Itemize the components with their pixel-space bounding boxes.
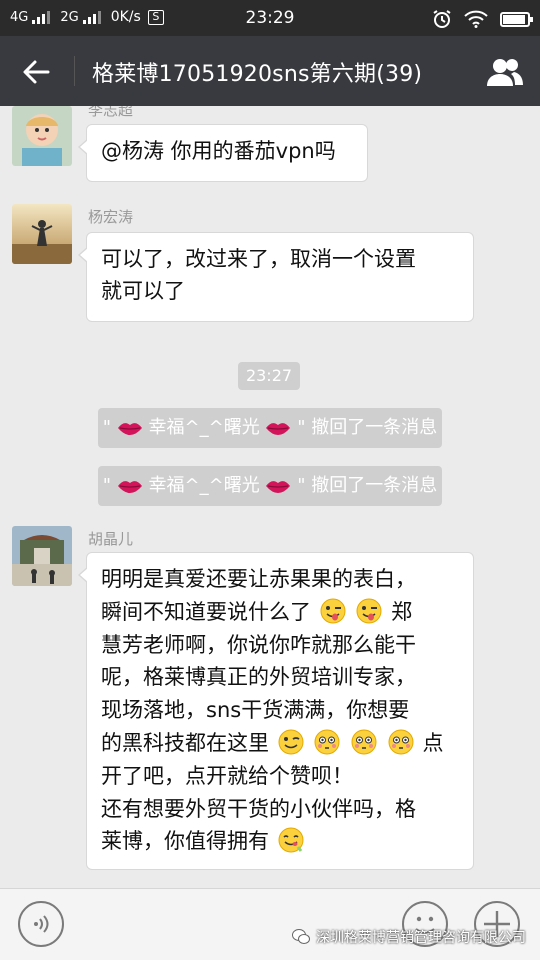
- message-text-line: 呢，格莱博真正的外贸培训专家，: [101, 665, 416, 690]
- alarm-icon: [433, 10, 451, 28]
- message-bubble[interactable]: 可以了，改过来了，取消一个设置 就可以了: [78, 232, 474, 322]
- message-text: @杨涛 你用的番茄vpn吗: [101, 139, 336, 163]
- chat-header: 格莱博17051920sns第六期(39): [0, 36, 540, 106]
- voice-input-button[interactable]: [18, 901, 64, 947]
- message-text-line: 可以了，改过来了，取消一个设置: [101, 247, 416, 271]
- lips-emoji-icon: [266, 481, 291, 493]
- message-text-line: 瞬间不知道要说什么了 郑: [101, 596, 459, 629]
- lips-emoji-icon: [117, 423, 142, 435]
- sender-name: 杨宏涛: [88, 208, 134, 226]
- message-bubble[interactable]: @杨涛 你用的番茄vpn吗: [78, 124, 368, 182]
- avatar[interactable]: [12, 106, 72, 166]
- wink-tongue-emoji-icon: [356, 598, 382, 624]
- avatar[interactable]: [12, 526, 72, 586]
- group-members-icon: [487, 59, 523, 86]
- recall-suffix: " 撤回了一条消息: [297, 475, 438, 496]
- chat-message-list[interactable]: 李志超 @杨涛 你用的番茄vpn吗 杨宏涛 可以了，改过来了，取消一个设置 就可…: [0, 106, 540, 888]
- battery-icon: [500, 11, 533, 27]
- recall-name: 幸福^_^曙光: [148, 417, 260, 438]
- message-text-line: 莱博，你值得拥有: [101, 825, 459, 858]
- message-item: 胡晶儿 明明是真爱还要让赤果果的表白， 瞬间不知道要说什么了 郑 慧芳老师啊，你…: [0, 526, 540, 876]
- back-arrow-icon: [23, 60, 50, 84]
- message-text-line: 开了吧，点开就给个赞呗！: [101, 763, 353, 788]
- flushed-emoji-icon: [388, 729, 414, 755]
- recall-suffix: " 撤回了一条消息: [297, 417, 438, 438]
- message-text-segment: 点: [422, 730, 444, 755]
- chat-title: 格莱博17051920sns第六期(39): [92, 62, 423, 87]
- message-text-line: 就可以了: [101, 279, 185, 303]
- wifi-icon: [464, 10, 488, 28]
- message-text-line: 明明是真爱还要让赤果果的表白，: [101, 567, 416, 591]
- message-item: 李志超 @杨涛 你用的番茄vpn吗: [0, 106, 540, 192]
- group-members-button[interactable]: [482, 50, 528, 94]
- sender-name: 李志超: [88, 106, 134, 119]
- message-bubble[interactable]: 明明是真爱还要让赤果果的表白， 瞬间不知道要说什么了 郑 慧芳老师啊，你说你咋就…: [78, 552, 474, 870]
- lips-emoji-icon: [266, 423, 291, 435]
- avatar[interactable]: [12, 204, 72, 264]
- flushed-emoji-icon: [351, 729, 377, 755]
- voice-icon: [34, 915, 49, 933]
- flushed-emoji-icon: [314, 729, 340, 755]
- sender-name: 胡晶儿: [88, 530, 134, 548]
- wink-tongue-emoji-icon: [320, 598, 346, 624]
- message-text-segment: 莱博，你值得拥有: [101, 829, 269, 854]
- quote-mark: ": [102, 475, 112, 496]
- recall-notice: " 幸福^_^曙光 " 撤回了一条消息: [98, 408, 442, 448]
- message-text-line: 还有想要外贸干货的小伙伴吗，格: [101, 796, 416, 821]
- recall-notice: " 幸福^_^曙光 " 撤回了一条消息: [98, 466, 442, 506]
- chat-input-bar: 深圳格莱博营销管理咨询有限公司: [0, 888, 540, 960]
- message-text-segment: 郑: [391, 599, 413, 624]
- timestamp-divider: 23:27: [238, 362, 300, 390]
- watermark-text: 深圳格莱博营销管理咨询有限公司: [316, 930, 526, 946]
- message-text-segment: 的黑科技都在这里: [101, 730, 269, 755]
- lips-emoji-icon: [117, 481, 142, 493]
- yum-emoji-icon: [278, 827, 304, 853]
- recall-name: 幸福^_^曙光: [148, 475, 260, 496]
- message-text-line: 慧芳老师啊，你说你咋就那么能干: [101, 632, 416, 657]
- back-button[interactable]: [14, 50, 58, 94]
- message-text-line: 的黑科技都在这里 点: [101, 727, 459, 760]
- wink-emoji-icon: [278, 729, 304, 755]
- wechat-logo-icon: [292, 929, 310, 944]
- header-divider: [74, 56, 75, 86]
- quote-mark: ": [102, 417, 112, 438]
- watermark: 深圳格莱博营销管理咨询有限公司: [292, 927, 526, 947]
- message-text-line: 现场落地，sns干货满满，你想要: [101, 698, 410, 723]
- message-text-segment: 瞬间不知道要说什么了: [101, 599, 311, 624]
- status-right: [432, 9, 533, 29]
- status-bar: 4G 2G 0K/s S 23:29: [0, 0, 540, 36]
- message-item: 杨宏涛 可以了，改过来了，取消一个设置 就可以了: [0, 204, 540, 328]
